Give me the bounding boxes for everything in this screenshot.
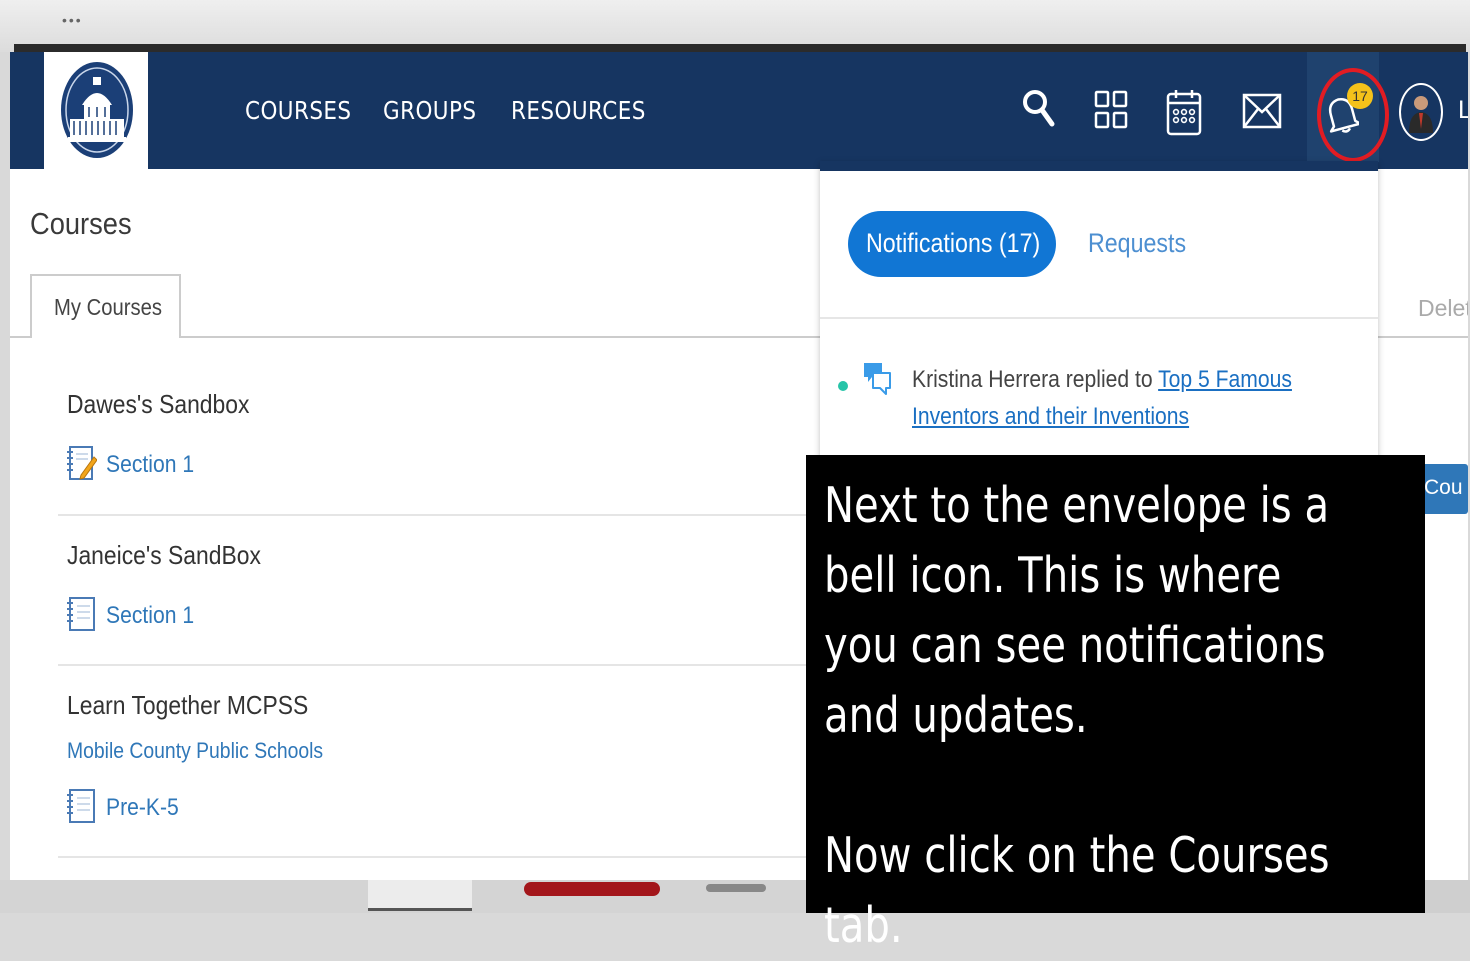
background-strip — [1425, 880, 1470, 913]
school-logo[interactable] — [44, 52, 148, 169]
notification-actor: Kristina Herrera — [912, 366, 1060, 393]
nav-groups[interactable]: GROUPS — [383, 96, 476, 125]
course-title[interactable]: Learn Together MCPSS — [67, 690, 308, 721]
nav-courses[interactable]: COURSES — [245, 96, 352, 125]
nav-cut-text: L — [1458, 96, 1468, 124]
grid-icon[interactable] — [1094, 88, 1128, 132]
tab-my-courses[interactable]: My Courses — [30, 274, 181, 338]
instruction-text: Next to the envelope is a bell icon. Thi… — [824, 477, 1330, 954]
calendar-icon[interactable] — [1166, 88, 1202, 136]
tab-notifications-label: Notifications (17) — [866, 228, 1041, 258]
search-icon[interactable] — [1022, 88, 1056, 130]
user-avatar[interactable] — [1399, 83, 1443, 141]
notebook-pencil-icon — [67, 446, 97, 480]
course-title[interactable]: Dawes's Sandbox — [67, 389, 249, 420]
course-divider — [58, 664, 838, 666]
courses-button-cut[interactable]: Cou — [1420, 464, 1468, 514]
capitol-seal-icon — [61, 62, 133, 158]
dropdown-divider — [820, 317, 1378, 319]
background-object — [706, 884, 766, 892]
background-object — [524, 882, 660, 896]
tab-requests[interactable]: Requests — [1088, 228, 1186, 259]
envelope-icon[interactable] — [1242, 93, 1282, 129]
course-divider — [58, 514, 838, 516]
highlight-ring — [1317, 68, 1389, 162]
tab-gap — [32, 335, 177, 339]
notification-item[interactable]: Kristina Herrera replied to Top 5 Famous… — [912, 361, 1299, 435]
tab-label: My Courses — [54, 294, 162, 320]
nav-resources[interactable]: RESOURCES — [511, 96, 646, 125]
tab-notifications[interactable]: Notifications (17) — [848, 211, 1056, 277]
section-label: Section 1 — [106, 602, 195, 629]
course-divider — [58, 856, 838, 858]
course-school: Mobile County Public Schools — [67, 738, 324, 763]
delete-button-cut[interactable]: Delete — [1418, 295, 1468, 322]
courses-button-label: Cou — [1424, 476, 1463, 499]
instruction-overlay: Next to the envelope is a bell icon. Thi… — [806, 455, 1425, 954]
notebook-icon — [67, 789, 95, 823]
notifications-dropdown: Notifications (17) Requests Kristina Her… — [820, 161, 1378, 491]
course-title[interactable]: Janeice's SandBox — [67, 540, 261, 571]
unread-indicator — [838, 381, 848, 391]
frame-dots: ••• — [62, 12, 83, 28]
frame-bar — [14, 44, 1466, 52]
notification-verb: replied to — [1059, 366, 1159, 393]
section-label: Section 1 — [106, 451, 195, 478]
person-icon — [1409, 96, 1433, 133]
notebook-icon — [67, 597, 95, 631]
section-label: Pre-K-5 — [106, 794, 179, 821]
background-object — [368, 880, 472, 911]
top-navigation: COURSES GROUPS RESOURCES 17 L — [10, 52, 1468, 169]
page-title: Courses — [30, 206, 132, 241]
comment-icon — [864, 363, 891, 395]
